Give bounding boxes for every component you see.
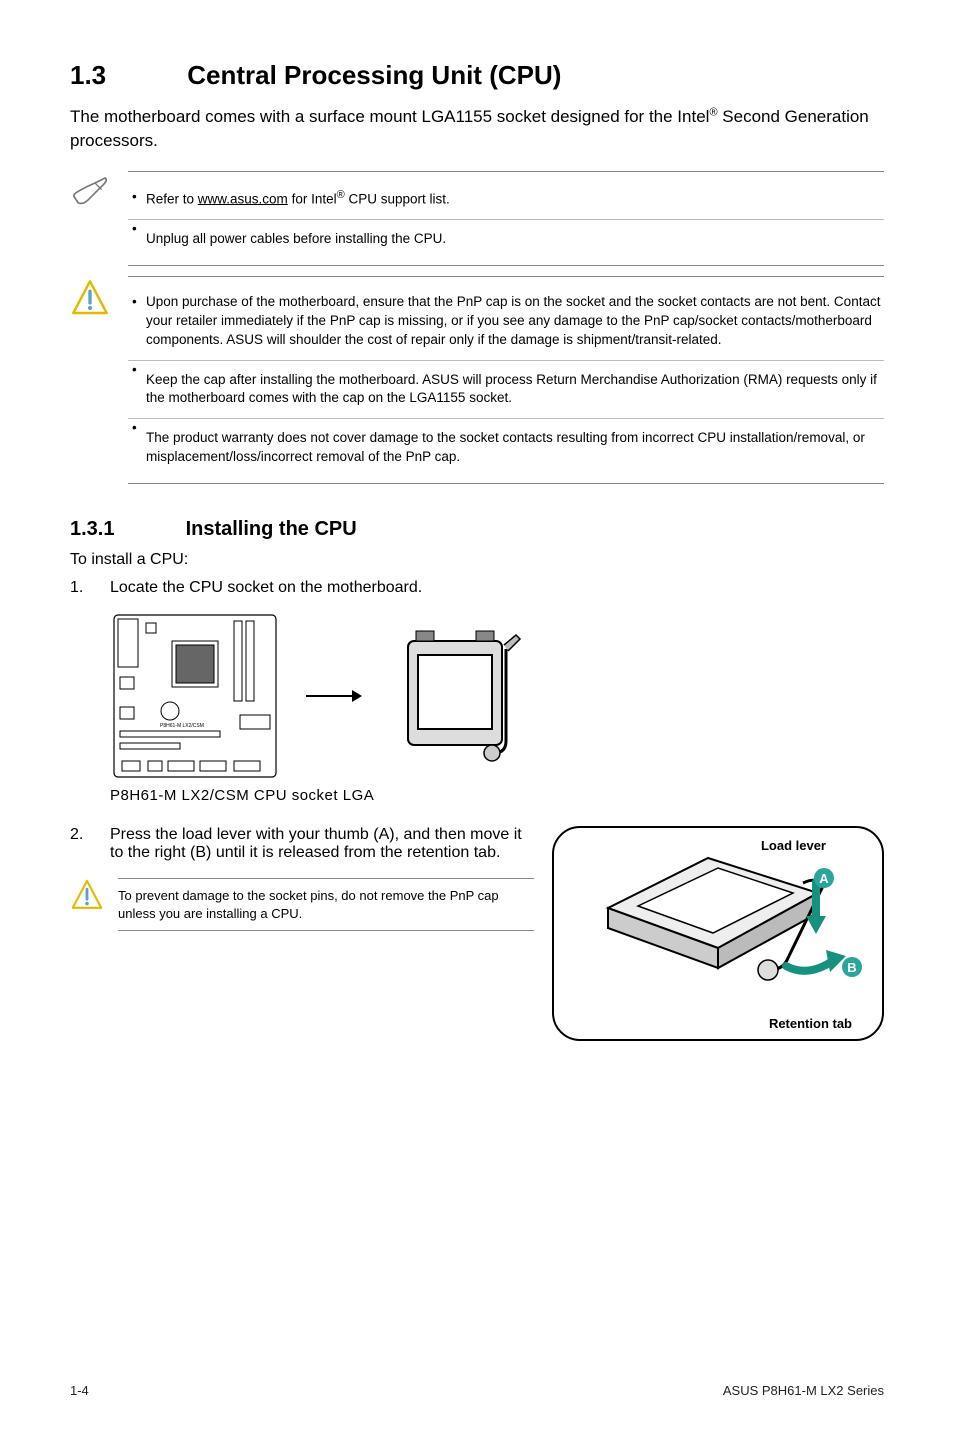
note-text: Refer to [146,191,198,206]
cpu-socket-diagram: P8H61-M LX2/CSM P8H61-M LX2/CSM CPU sock… [110,611,884,804]
warning-callout: Upon purchase of the motherboard, ensure… [70,276,884,484]
note-link[interactable]: www.asus.com [198,191,288,206]
warning-body: To prevent damage to the socket pins, do… [118,878,534,931]
warning-callout: To prevent damage to the socket pins, do… [70,878,534,931]
warning-item: Keep the cap after installing the mother… [128,360,884,409]
warning-text: To prevent damage to the socket pins, do… [118,888,499,921]
warning-icon [70,276,128,484]
warning-icon [70,878,118,931]
warning-item: The product warranty does not cover dama… [128,418,884,467]
note-text: CPU support list. [345,191,450,206]
warning-item: Upon purchase of the motherboard, ensure… [128,293,884,350]
motherboard-outline-icon: P8H61-M LX2/CSM [110,611,280,781]
note-callout: Refer to www.asus.com for Intel® CPU sup… [70,171,884,266]
note-text: for Intel [288,191,337,206]
section-heading: 1.3 Central Processing Unit (CPU) [70,60,884,91]
lever-release-illustration-icon [568,838,868,1008]
cpu-socket-detail-icon [388,621,528,771]
note-item: Unplug all power cables before installin… [128,219,884,249]
subsection-number: 1.3.1 [70,518,180,541]
arrow-right-icon [304,686,364,706]
intro-text-pre: The motherboard comes with a surface mou… [70,107,709,126]
step-item: 2. Press the load lever with your thumb … [70,826,534,862]
retention-tab-label: Retention tab [769,1016,852,1031]
note-text: Unplug all power cables before installin… [146,231,446,246]
note-item: Refer to www.asus.com for Intel® CPU sup… [128,188,884,209]
warning-text: Upon purchase of the motherboard, ensure… [146,294,880,347]
load-lever-label: Load lever [761,838,826,853]
registered-mark: ® [337,189,345,201]
subsection-title: Installing the CPU [186,518,357,540]
section-number: 1.3 [70,60,180,91]
board-label-text: P8H61-M LX2/CSM [160,723,204,729]
step2-region: 2. Press the load lever with your thumb … [70,826,884,1041]
subsection-heading: 1.3.1 Installing the CPU [70,518,884,541]
manual-title: ASUS P8H61-M LX2 Series [723,1383,884,1398]
step-number: 1. [70,579,110,597]
section-title: Central Processing Unit (CPU) [187,60,561,90]
diagram-caption: P8H61-M LX2/CSM CPU socket LGA [110,787,884,804]
warning-text: The product warranty does not cover dama… [146,430,865,464]
registered-mark: ® [709,106,717,118]
lever-diagram: Load lever A B Retention tab [552,826,884,1041]
step-text: Press the load lever with your thumb (A)… [110,826,534,862]
badge-b: B [842,957,862,977]
note-body: Refer to www.asus.com for Intel® CPU sup… [128,171,884,266]
page-number: 1-4 [70,1383,89,1398]
step-text: Locate the CPU socket on the motherboard… [110,579,884,597]
page-footer: 1-4 ASUS P8H61-M LX2 Series [70,1383,884,1398]
warning-body: Upon purchase of the motherboard, ensure… [128,276,884,484]
intro-paragraph: The motherboard comes with a surface mou… [70,105,884,153]
note-icon [70,171,128,266]
step-item: 1. Locate the CPU socket on the motherbo… [70,579,884,597]
body-text: To install a CPU: [70,551,884,569]
warning-text: Keep the cap after installing the mother… [146,372,877,406]
step-number: 2. [70,826,110,862]
badge-a: A [814,868,834,888]
